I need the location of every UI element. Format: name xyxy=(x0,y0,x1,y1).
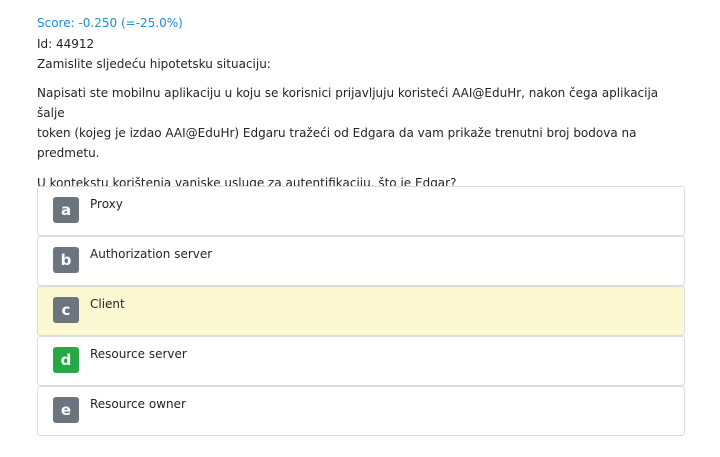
answer-letter-badge: c xyxy=(53,297,79,323)
scenario-paragraph: Napisati ste mobilnu aplikaciju u koju s… xyxy=(37,83,685,163)
answer-list: a Proxy b Authorization server c Client … xyxy=(37,186,685,436)
answer-label: Resource owner xyxy=(90,397,186,411)
answer-option-d[interactable]: d Resource server xyxy=(37,336,685,386)
intro-text: Zamislite sljedeću hipotetsku situaciju: xyxy=(37,57,271,71)
answer-letter-badge: b xyxy=(53,247,79,273)
score-label: Score: -0.250 (=-25.0%) xyxy=(37,16,183,30)
answer-letter-badge: e xyxy=(53,397,79,423)
answer-label: Authorization server xyxy=(90,247,213,261)
answer-option-c[interactable]: c Client xyxy=(37,286,685,336)
answer-letter-badge: d xyxy=(53,347,79,373)
answer-label: Proxy xyxy=(90,197,123,211)
answer-label: Client xyxy=(90,297,125,311)
question-block: Score: -0.250 (=-25.0%) Id: 44912 Zamisl… xyxy=(37,15,685,193)
question-id: Id: 44912 xyxy=(37,37,95,51)
answer-option-e[interactable]: e Resource owner xyxy=(37,386,685,436)
answer-option-b[interactable]: b Authorization server xyxy=(37,236,685,286)
scenario-line: token (kojeg je izdao AAI@EduHr) Edgaru … xyxy=(37,126,637,140)
scenario-line: Napisati ste mobilnu aplikaciju u koju s… xyxy=(37,86,659,120)
answer-letter-badge: a xyxy=(53,197,79,223)
answer-label: Resource server xyxy=(90,347,187,361)
answer-option-a[interactable]: a Proxy xyxy=(37,186,685,236)
scenario-line: predmetu. xyxy=(37,146,100,160)
